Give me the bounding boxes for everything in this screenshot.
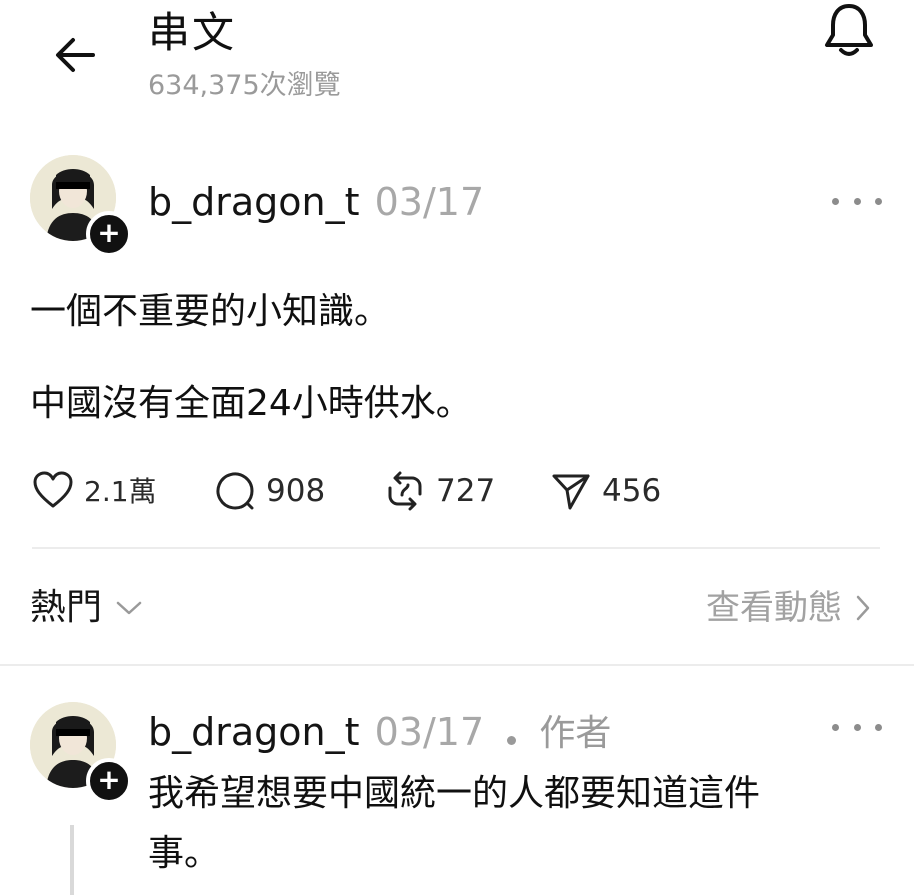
sort-dropdown[interactable]: 熱門 <box>30 584 144 632</box>
plus-icon: + <box>97 216 121 249</box>
reply-date: 03/17 <box>374 710 485 754</box>
chevron-down-icon <box>116 601 142 615</box>
share-icon <box>552 474 590 510</box>
heart-icon <box>33 471 73 508</box>
sort-label: 熱門 <box>30 587 103 628</box>
more-icon <box>832 723 839 731</box>
post-username[interactable]: b_dragon_t <box>148 180 360 224</box>
chevron-right-icon <box>856 595 870 621</box>
plus-icon: + <box>97 763 121 796</box>
reply-more-button[interactable] <box>832 712 882 742</box>
bell-icon <box>825 4 873 56</box>
view-count: 634,375次瀏覽 <box>148 70 341 101</box>
divider <box>32 547 880 549</box>
more-icon <box>832 197 839 205</box>
thread-line <box>70 825 74 895</box>
page-title: 串文 <box>148 8 237 57</box>
like-button[interactable]: 2.1萬 <box>32 470 157 510</box>
repost-button[interactable]: 727 <box>384 470 495 512</box>
repost-count: 727 <box>436 473 496 509</box>
author-tag: 作者 <box>539 713 612 754</box>
divider <box>0 664 914 666</box>
post-text-line: 一個不重要的小知識。 <box>30 291 391 332</box>
post-text-line: 中國沒有全面24小時供水。 <box>30 383 472 424</box>
separator-dot <box>507 736 517 745</box>
reply-text-line: 事。 <box>148 833 221 874</box>
like-count: 2.1萬 <box>84 475 157 508</box>
reply-avatar[interactable]: + <box>30 702 132 804</box>
repost-icon <box>388 471 422 511</box>
back-arrow-icon <box>56 38 95 72</box>
comment-button[interactable]: 908 <box>214 470 325 512</box>
post-more-button[interactable] <box>832 186 882 216</box>
comment-icon <box>216 472 254 510</box>
reply-text-line: 我希望想要中國統一的人都要知道這件 <box>148 773 761 814</box>
notification-button[interactable] <box>818 0 880 62</box>
follow-badge[interactable]: + <box>86 758 132 804</box>
reply-username[interactable]: b_dragon_t <box>148 710 360 754</box>
follow-badge[interactable]: + <box>86 211 132 257</box>
post-avatar[interactable]: + <box>30 155 132 257</box>
comment-count: 908 <box>266 473 326 509</box>
view-activity-label: 查看動態 <box>706 588 842 628</box>
back-button[interactable] <box>48 28 102 82</box>
view-activity-link[interactable]: 查看動態 <box>706 584 872 632</box>
share-button[interactable]: 456 <box>550 470 661 512</box>
share-count: 456 <box>602 473 662 509</box>
post-date: 03/17 <box>374 180 485 224</box>
